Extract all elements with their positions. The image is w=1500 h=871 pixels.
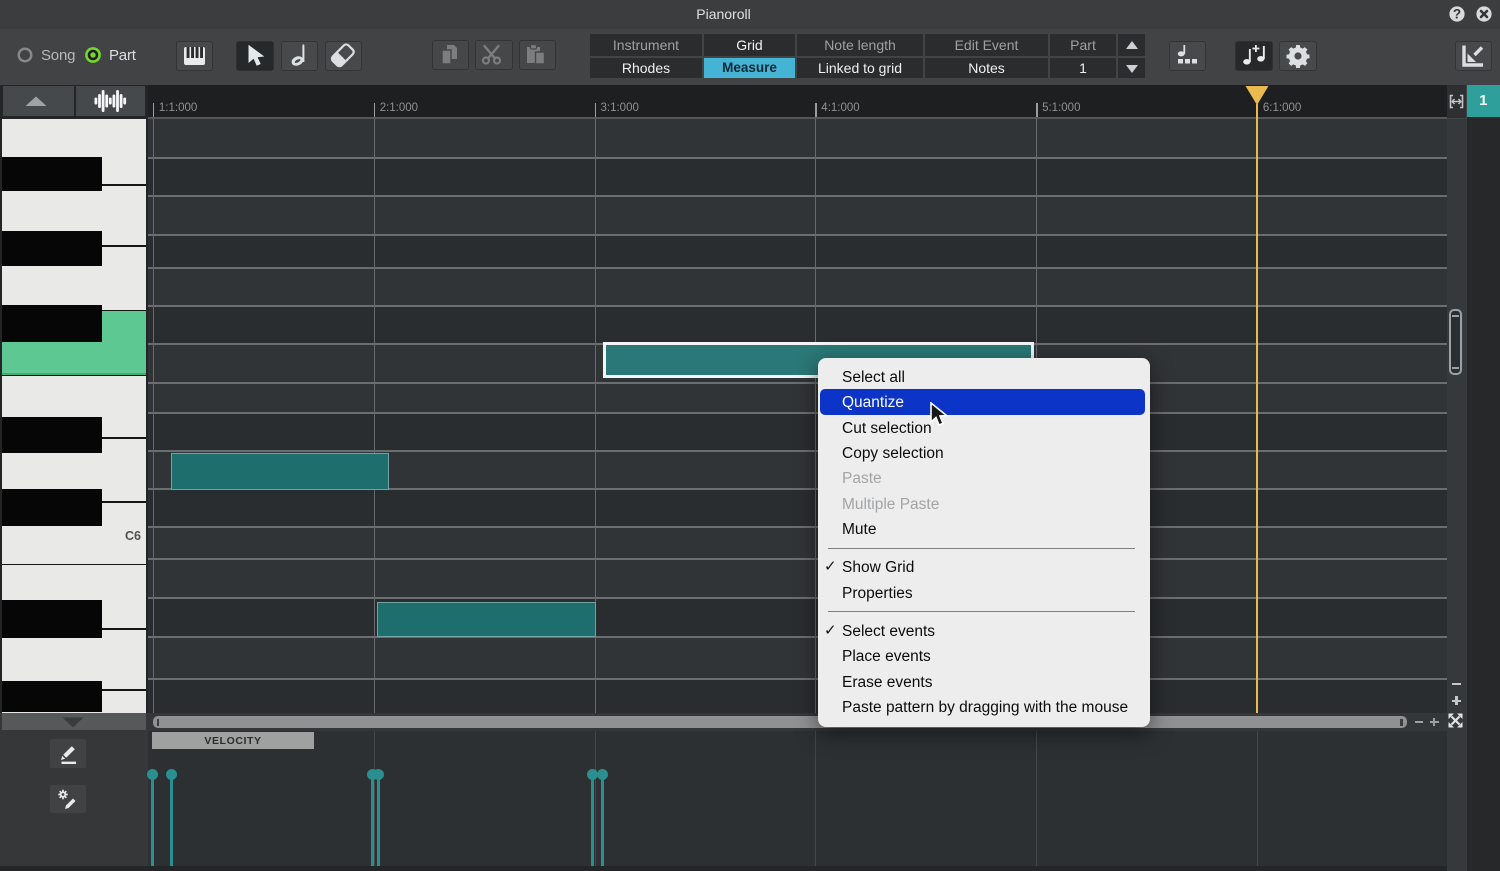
svg-text:?: ? [1453, 7, 1461, 22]
